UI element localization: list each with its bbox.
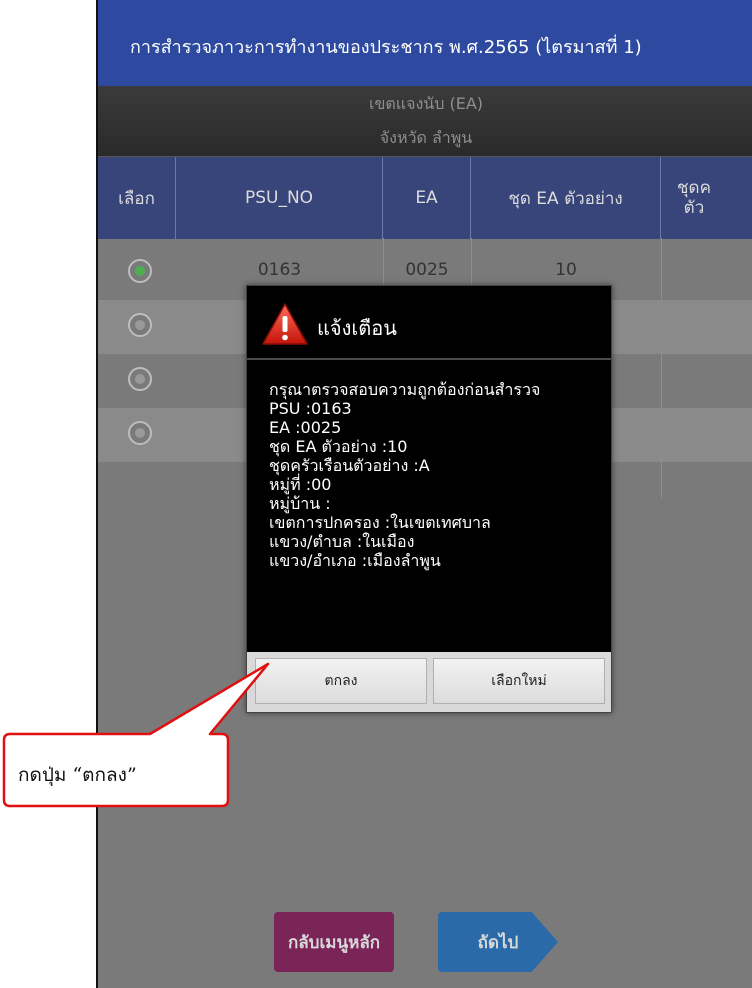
dialog-line: PSU :0163 [269, 399, 352, 418]
row-radio[interactable] [128, 367, 152, 391]
dialog-line: เขตการปกครอง :ในเขตเทศบาล [269, 513, 491, 532]
cell-ea: 0025 [405, 260, 449, 280]
ok-button[interactable]: ตกลง [255, 658, 427, 704]
column-header-select: เลือก [98, 157, 176, 239]
ea-header: เขตแจงนับ (EA) จังหวัด ลำพูน [98, 86, 752, 156]
dialog-line: แขวง/ตำบล :ในเมือง [269, 532, 415, 551]
app-title-bar: การสำรวจภาวะการทำงานของประชากร พ.ศ.2565 … [98, 0, 752, 86]
dialog-line: หมู่บ้าน : [269, 494, 331, 513]
column-header-psu: PSU_NO [176, 157, 383, 239]
cell-psu: 0163 [257, 260, 302, 280]
cell-ea-set: 10 [555, 260, 577, 280]
column-header-ea: EA [383, 157, 471, 239]
column-divider [661, 238, 662, 498]
dialog-header: แจ้งเตือน [247, 286, 611, 360]
dialog-message: กรุณาตรวจสอบความถูกต้องก่อนสำรวจ PSU :01… [269, 380, 540, 570]
ea-header-title: เขตแจงนับ (EA) [368, 94, 483, 113]
dialog-line: หมู่ที่ :00 [269, 475, 332, 494]
alert-dialog: แจ้งเตือน กรุณาตรวจสอบความถูกต้องก่อนสำร… [246, 285, 612, 713]
row-radio[interactable] [128, 421, 152, 445]
main-menu-button[interactable]: กลับเมนูหลัก [274, 912, 394, 972]
row-radio[interactable] [128, 313, 152, 337]
column-header-household-set: ชุดค ตัว [661, 157, 752, 239]
dialog-line: ชุดครัวเรือนตัวอย่าง :A [269, 456, 430, 475]
ea-header-province: จังหวัด ลำพูน [379, 128, 473, 147]
dialog-line: แขวง/อำเภอ :เมืองลำพูน [269, 551, 441, 570]
dialog-footer: ตกลง เลือกใหม่ [247, 652, 611, 712]
callout-text: กดปุ่ม “ตกลง” [18, 764, 137, 786]
column-header-ea-set: ชุด EA ตัวอย่าง [471, 157, 661, 239]
dialog-title: แจ้งเตือน [317, 316, 397, 340]
next-button[interactable]: ถัดไป [438, 912, 558, 972]
table-header: เลือก PSU_NO EA ชุด EA ตัวอย่าง ชุดค ตัว [98, 156, 752, 239]
row-radio[interactable] [128, 259, 152, 283]
warning-icon [262, 303, 308, 345]
dialog-line: EA :0025 [269, 418, 342, 437]
dialog-line: ชุด EA ตัวอย่าง :10 [269, 437, 408, 456]
reselect-button[interactable]: เลือกใหม่ [433, 658, 605, 704]
dialog-line: กรุณาตรวจสอบความถูกต้องก่อนสำรวจ [269, 380, 541, 399]
